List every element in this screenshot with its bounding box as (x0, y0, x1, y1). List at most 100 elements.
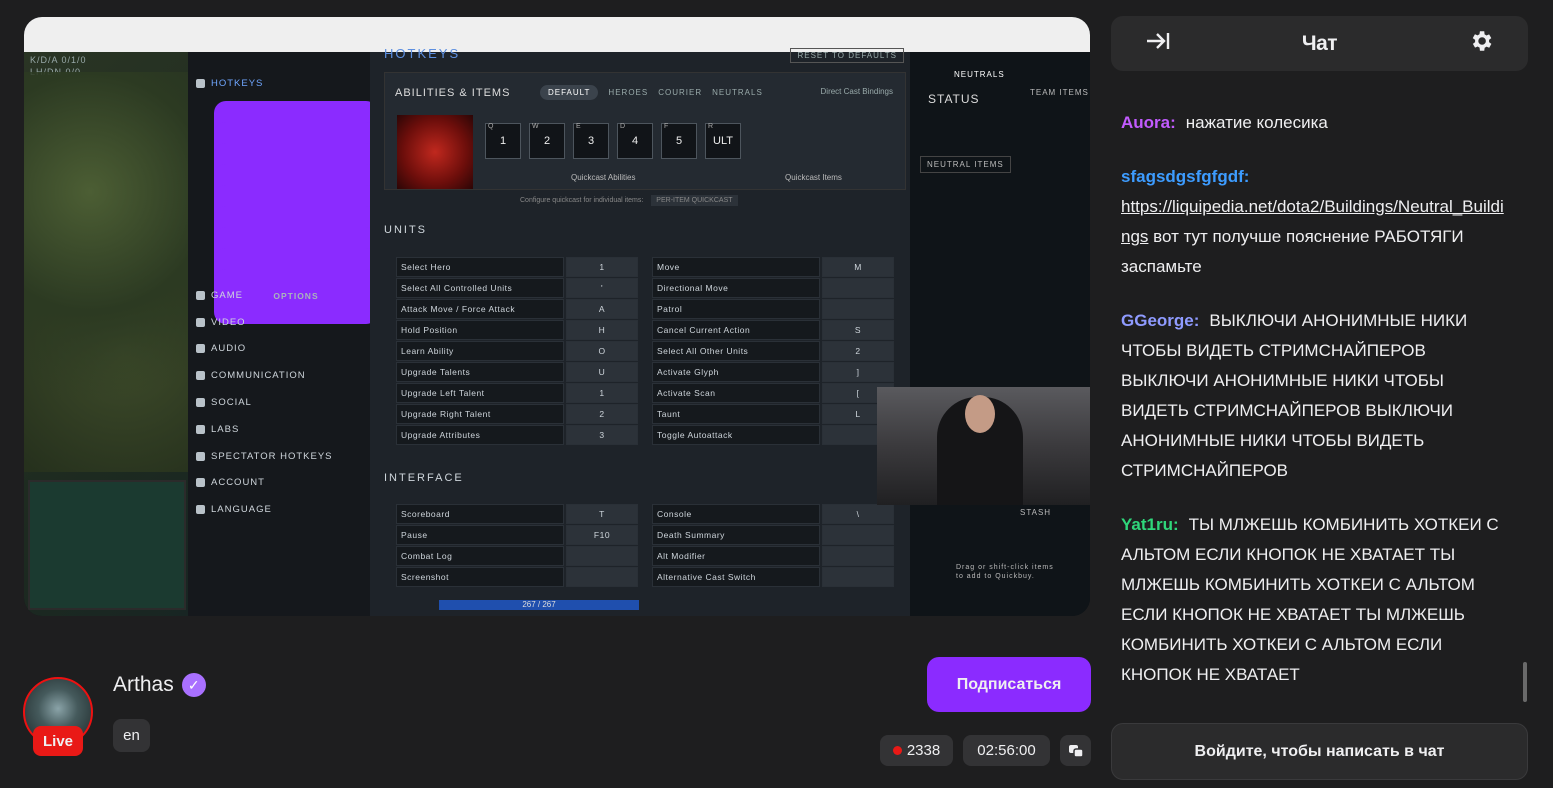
chat-bubbles-icon[interactable] (1060, 735, 1091, 766)
ability-key-value: 1 (499, 135, 507, 147)
subscribe-button[interactable]: Подписаться (927, 657, 1091, 712)
ability-key-value: 2 (543, 135, 551, 147)
hotkey-row: Upgrade Talents U Activate Glyph] (396, 362, 896, 383)
ability-key-letter: D (620, 123, 626, 130)
live-badge: Live (33, 726, 83, 756)
chat-header: Чат (1111, 16, 1528, 71)
hotkey-cell (822, 546, 894, 566)
hotkey-row: Select All Controlled Units ' Directional … (396, 278, 896, 299)
hotkey-cell: 1 (566, 383, 638, 403)
menu-icon (196, 79, 205, 88)
hotkey-cell: 1 (566, 257, 638, 277)
dota-logo (397, 115, 473, 189)
hotkey-cell: H (566, 320, 638, 340)
menu-icon (196, 478, 205, 488)
chat-username[interactable]: GGeorge: (1121, 311, 1199, 330)
abilities-box: ABILITIES & ITEMS DEFAULT HEROES COURIER NE… (384, 72, 906, 190)
chat-message: Auora: нажатие колесика (1121, 108, 1511, 138)
hotkey-cell: Activate Glyph (652, 362, 820, 382)
menu-item: Game (196, 290, 243, 301)
reset-defaults-button: RESET TO DEFAULTS (790, 48, 904, 63)
ability-tab: HEROES (608, 88, 649, 97)
ability-key-letter: E (576, 123, 581, 130)
viewers-value: 2338 (906, 742, 941, 759)
menu-icon (196, 424, 205, 434)
ability-key-letter: W (532, 123, 539, 130)
chat-scrollbar[interactable] (1523, 662, 1527, 702)
hotkey-row: Attack Move / Force Attack A Patrol (396, 299, 896, 320)
hotkey-cell: Activate Scan (652, 383, 820, 403)
menu-item-label: Video (211, 316, 246, 328)
menu-item-label: Language (211, 504, 272, 516)
ability-key: R ULT (705, 123, 741, 159)
ability-tab: NEUTRALS (712, 88, 763, 97)
collapse-chat-icon[interactable] (1145, 30, 1171, 57)
hotkey-cell (566, 567, 638, 587)
menu-item-label: Options (273, 291, 319, 302)
language-tag[interactable]: en (113, 719, 150, 752)
ability-keys: Q 1 W 2 E 3 D 4 F 5 R ULT (485, 123, 741, 159)
ability-key-letter: F (664, 123, 669, 130)
chat-username[interactable]: Auora: (1121, 113, 1176, 132)
hotkey-cell (566, 546, 638, 566)
hotkey-cell (822, 525, 894, 545)
neutral-items-label: NEUTRAL ITEMS (920, 156, 1011, 173)
hotkey-cell: U (566, 362, 638, 382)
ability-key: Q1 (485, 123, 521, 159)
menu-icon (196, 290, 205, 300)
hotkey-cell: Select Hero (396, 257, 564, 277)
hotkey-row: Combat Log Alt Modifier (396, 546, 896, 567)
menu-item-label: Communication (211, 370, 306, 382)
hotkey-cell: 2 (822, 341, 894, 361)
stash-label: STASH (1020, 508, 1052, 517)
tab-neutrals: NEUTRALS (954, 70, 1005, 79)
configure-label: Configure quickcast for individual items… (520, 195, 738, 206)
chat-bubbles-svg (1068, 744, 1084, 758)
streamer-name[interactable]: Arthas (113, 673, 174, 697)
ability-key-value: ULT (713, 135, 733, 147)
hp-bar: 267 / 267 (439, 600, 639, 610)
hotkey-cell: Upgrade Attributes (396, 425, 564, 445)
minimap (28, 480, 186, 610)
hotkey-cell: Learn Ability (396, 341, 564, 361)
menu-icon (196, 371, 205, 381)
menu-item: Communication (196, 370, 306, 381)
menu-item: Video (196, 317, 246, 328)
hotkey-cell: T (566, 504, 638, 524)
chat-login-button[interactable]: Войдите, чтобы написать в чат (1111, 723, 1528, 780)
menu-item: Social (196, 397, 252, 408)
chat-messages: Auora: нажатие колесика sfagsdgsfgfgdf: htt… (1121, 108, 1511, 714)
ability-tab: COURIER (658, 88, 703, 97)
chat-username[interactable]: sfagsdgsfgfgdf: (1121, 167, 1249, 186)
hotkey-cell: \ (822, 504, 894, 524)
video-player[interactable]: K/D/A 0/1/0LH/DN 0/0 HotkeysAbilities & … (24, 17, 1090, 616)
hotkey-cell: Cancel Current Action (652, 320, 820, 340)
menu-item-label: Labs (211, 423, 240, 435)
menu-item: Audio (196, 343, 246, 354)
status-label: STATUS (928, 92, 980, 106)
live-dot-icon (892, 746, 902, 755)
gear-svg (1472, 31, 1492, 51)
menu-icon (196, 344, 205, 354)
hotkey-cell: Hold Position (396, 320, 564, 340)
chat-text: ВЫКЛЮЧИ АНОНИМНЫЕ НИКИ ЧТОБЫ ВИДЕТЬ СТРИ… (1121, 311, 1468, 480)
chat-text: ТЫ МЛЖЕШЬ КОМБИНИТЬ ХОТКЕИ С АЛЬТОМ ЕСЛИ… (1121, 515, 1499, 684)
chat-title: Чат (1301, 31, 1338, 55)
tab-team-items: TEAM ITEMS (1030, 88, 1089, 97)
hotkey-cell: Pause (396, 525, 564, 545)
panel-title: HOTKEYS (384, 46, 461, 61)
map-trees (24, 72, 189, 472)
menu-item-label: Hotkeys (211, 78, 264, 89)
hotkey-cell: Alt Modifier (652, 546, 820, 566)
chat-text: вот тут получше пояснение РАБОТЯГИ заспа… (1121, 227, 1464, 276)
hotkey-cell: Alternative Cast Switch (652, 567, 820, 587)
chat-username[interactable]: Yat1ru: (1121, 515, 1179, 534)
units-grid: Select Hero 1 Move M Select All Controlled U… (396, 257, 896, 446)
collapse-arrow-svg (1147, 33, 1170, 49)
hotkey-cell: Combat Log (396, 546, 564, 566)
hotkey-cell: A (566, 299, 638, 319)
hotkey-cell: Attack Move / Force Attack (396, 299, 564, 319)
quickcast-abilities-label: Quickcast Abilities (571, 173, 636, 182)
menu-item: Labs (196, 424, 239, 435)
gear-icon[interactable] (1468, 28, 1494, 59)
